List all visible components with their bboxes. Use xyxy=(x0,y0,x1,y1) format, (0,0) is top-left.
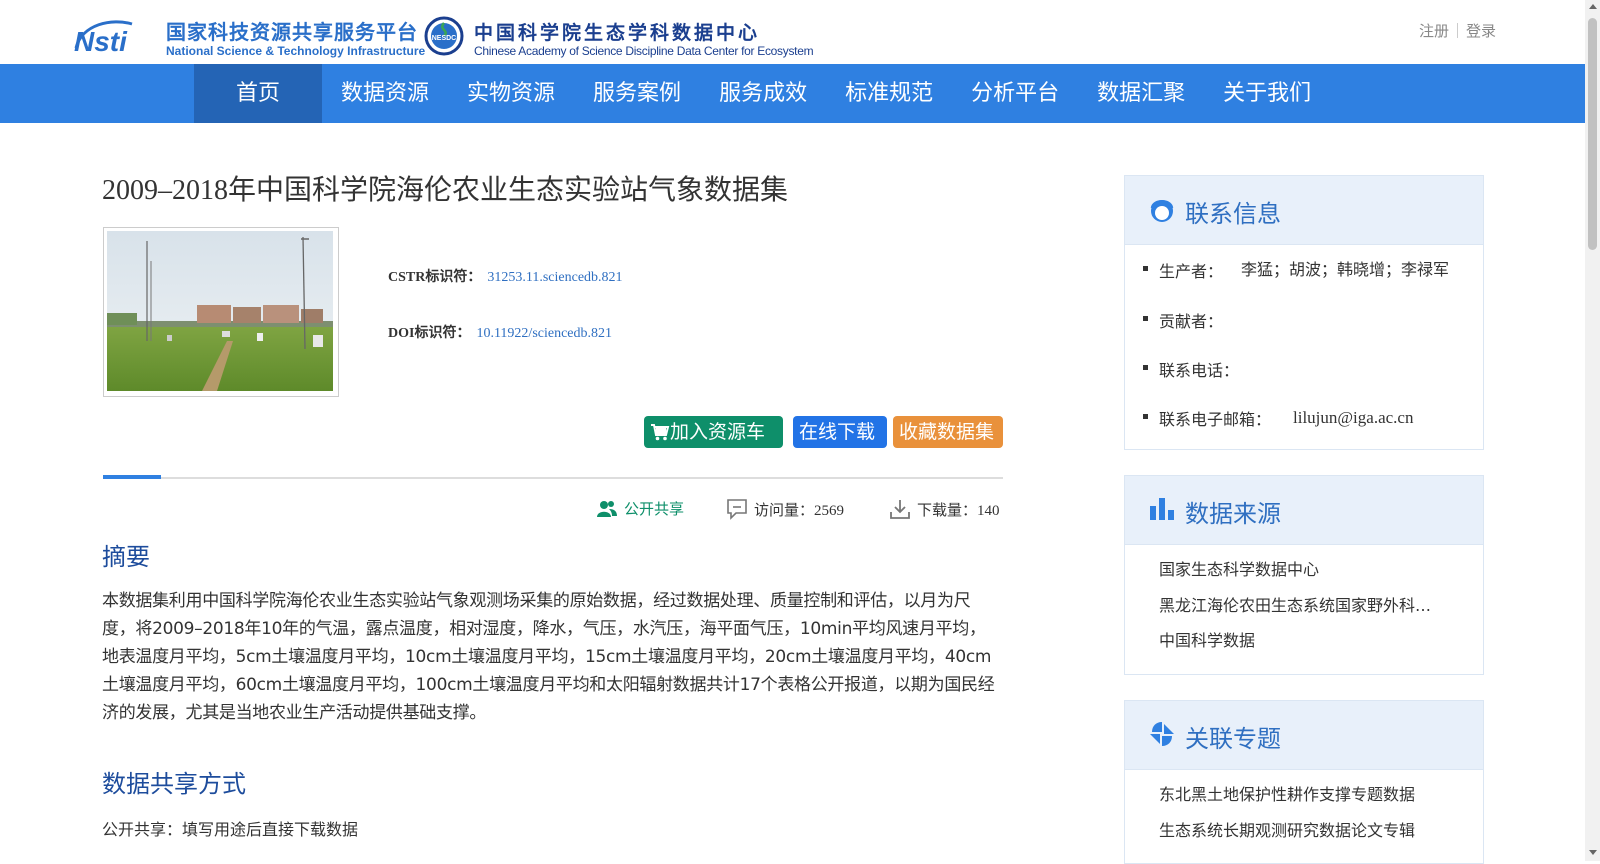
bullet xyxy=(1143,316,1148,321)
nav-item-8[interactable]: 关于我们 xyxy=(1204,64,1330,123)
auth-divider xyxy=(1457,23,1459,38)
data-source-panel: 数据来源 国家生态科学数据中心 黑龙江海伦农田生态系统国家野外科… 中国科学数据 xyxy=(1124,475,1484,675)
online-download-button[interactable]: 在线下载 xyxy=(793,416,887,448)
visits-count: 2569 xyxy=(814,503,845,519)
visits-stat: 访问量：2569 xyxy=(726,498,844,520)
downloads-count: 140 xyxy=(977,503,1000,519)
contact-panel: 联系信息 生产者： 李猛；胡波；韩晓增；李禄军 贡献者： 联系电话： 联系电子邮… xyxy=(1124,175,1484,450)
abstract-text: 本数据集利用中国科学院海伦农业生态实验站气象观测场采集的原始数据，经过数据处理、… xyxy=(102,591,995,723)
related-topics-panel-title: 关联专题 xyxy=(1185,725,1281,753)
users-icon xyxy=(597,501,617,517)
cstr-row: CSTR标识符： 31253.11.sciencedb.821 xyxy=(388,266,623,286)
cstr-label: CSTR标识符： xyxy=(388,270,482,285)
comment-icon xyxy=(727,499,747,520)
topics-icon xyxy=(1150,722,1174,746)
producer-value: 李猛；胡波；韩晓增；李禄军 xyxy=(1241,260,1450,279)
nav-item-1[interactable]: 数据资源 xyxy=(322,64,448,123)
doi-label: DOI标识符： xyxy=(388,326,471,341)
topic-item[interactable]: 生态系统长期观测研究数据论文专辑 xyxy=(1159,817,1415,841)
source-item[interactable]: 国家生态科学数据中心 xyxy=(1159,556,1319,580)
add-to-cart-button[interactable]: 加入资源车 xyxy=(644,416,783,448)
dataset-title: 2009–2018年中国科学院海伦农业生态实验站气象数据集 xyxy=(102,175,789,206)
share-mode-text: 公开共享 xyxy=(624,502,685,518)
email-value[interactable]: lilujun@iga.ac.cn xyxy=(1293,406,1413,429)
site-header: Nsti 国家科技资源共享服务平台 National Science & Tec… xyxy=(0,0,1585,64)
source-item[interactable]: 黑龙江海伦农田生态系统国家野外科… xyxy=(1159,592,1431,616)
nav-item-5[interactable]: 标准规范 xyxy=(826,64,952,123)
topic-item[interactable]: 东北黑土地保护性耕作支撑专题数据 xyxy=(1159,781,1415,805)
sharing-heading: 数据共享方式 xyxy=(102,770,246,798)
weather-station-photo xyxy=(107,231,333,391)
nav-item-3[interactable]: 服务案例 xyxy=(574,64,700,123)
contact-panel-title: 联系信息 xyxy=(1185,200,1281,228)
nav-item-0[interactable]: 首页 xyxy=(194,64,323,123)
nsti-logo-en: National Science & Technology Infrastruc… xyxy=(166,44,426,58)
scroll-down-arrow-icon[interactable] xyxy=(1589,850,1597,855)
user-service-icon xyxy=(1150,200,1174,222)
dataset-thumbnail[interactable] xyxy=(103,227,339,397)
favorite-dataset-button[interactable]: 收藏数据集 xyxy=(893,416,1003,448)
nav-item-4[interactable]: 服务成效 xyxy=(700,64,826,123)
related-topics-panel-header: 关联专题 xyxy=(1125,701,1483,770)
cstr-link[interactable]: 31253.11.sciencedb.821 xyxy=(487,270,622,285)
svg-text:Nsti: Nsti xyxy=(74,26,128,56)
svg-text:NESDC: NESDC xyxy=(432,35,457,42)
add-to-cart-label: 加入资源车 xyxy=(670,421,766,443)
data-source-panel-title: 数据来源 xyxy=(1185,500,1281,528)
login-link[interactable]: 登录 xyxy=(1466,22,1496,40)
doi-link[interactable]: 10.11922/sciencedb.821 xyxy=(476,326,612,341)
doi-row: DOI标识符： 10.11922/sciencedb.821 xyxy=(388,322,612,342)
email-label: 联系电子邮箱： xyxy=(1159,410,1272,429)
tab-underline xyxy=(103,477,1003,479)
related-topics-panel: 关联专题 东北黑土地保护性耕作支撑专题数据 生态系统长期观测研究数据论文专辑 xyxy=(1124,700,1484,864)
bullet xyxy=(1143,365,1148,370)
scroll-up-arrow-icon[interactable] xyxy=(1589,4,1597,9)
download-icon xyxy=(890,500,910,519)
producer-label: 生产者： xyxy=(1159,262,1224,281)
data-source-panel-header: 数据来源 xyxy=(1125,476,1483,545)
main-nav-items: 首页 数据资源 实物资源 服务案例 服务成效 标准规范 分析平台 数据汇聚 关于我们 xyxy=(194,64,1330,123)
sharing-text: 公开共享：填写用途后直接下载数据 xyxy=(102,820,359,839)
downloads-stat: 下载量：140 xyxy=(889,498,1000,520)
nsti-logo-icon: Nsti xyxy=(74,20,133,56)
nav-item-7[interactable]: 数据汇聚 xyxy=(1078,64,1204,123)
bullet xyxy=(1143,414,1148,419)
active-tab-indicator xyxy=(103,475,161,479)
bar-chart-icon xyxy=(1150,498,1174,520)
nesdc-logo-cn: 中国科学院生态学科数据中心 xyxy=(474,22,761,44)
scrollbar-thumb[interactable] xyxy=(1588,18,1597,250)
share-mode-stat: 公开共享 xyxy=(596,498,684,519)
nesdc-logo-icon: NESDC xyxy=(424,16,464,56)
contact-panel-header: 联系信息 xyxy=(1125,176,1483,245)
auth-links: 注册 登录 xyxy=(1419,20,1496,41)
nav-item-6[interactable]: 分析平台 xyxy=(952,64,1078,123)
nesdc-logo-en: Chinese Academy of Science Discipline Da… xyxy=(474,44,814,58)
contributor-label: 贡献者： xyxy=(1159,312,1224,331)
cart-icon xyxy=(651,424,670,441)
downloads-label: 下载量： xyxy=(917,503,978,519)
nav-item-2[interactable]: 实物资源 xyxy=(448,64,574,123)
register-link[interactable]: 注册 xyxy=(1419,22,1449,40)
page-scrollbar[interactable] xyxy=(1585,0,1600,861)
main-nav: 首页 数据资源 实物资源 服务案例 服务成效 标准规范 分析平台 数据汇聚 关于我们 xyxy=(0,64,1585,123)
bullet xyxy=(1143,266,1148,271)
phone-label: 联系电话： xyxy=(1159,361,1240,380)
nsti-logo-cn: 国家科技资源共享服务平台 xyxy=(166,20,418,44)
visits-label: 访问量： xyxy=(754,503,815,519)
source-item[interactable]: 中国科学数据 xyxy=(1159,627,1255,651)
abstract-heading: 摘要 xyxy=(102,543,150,571)
